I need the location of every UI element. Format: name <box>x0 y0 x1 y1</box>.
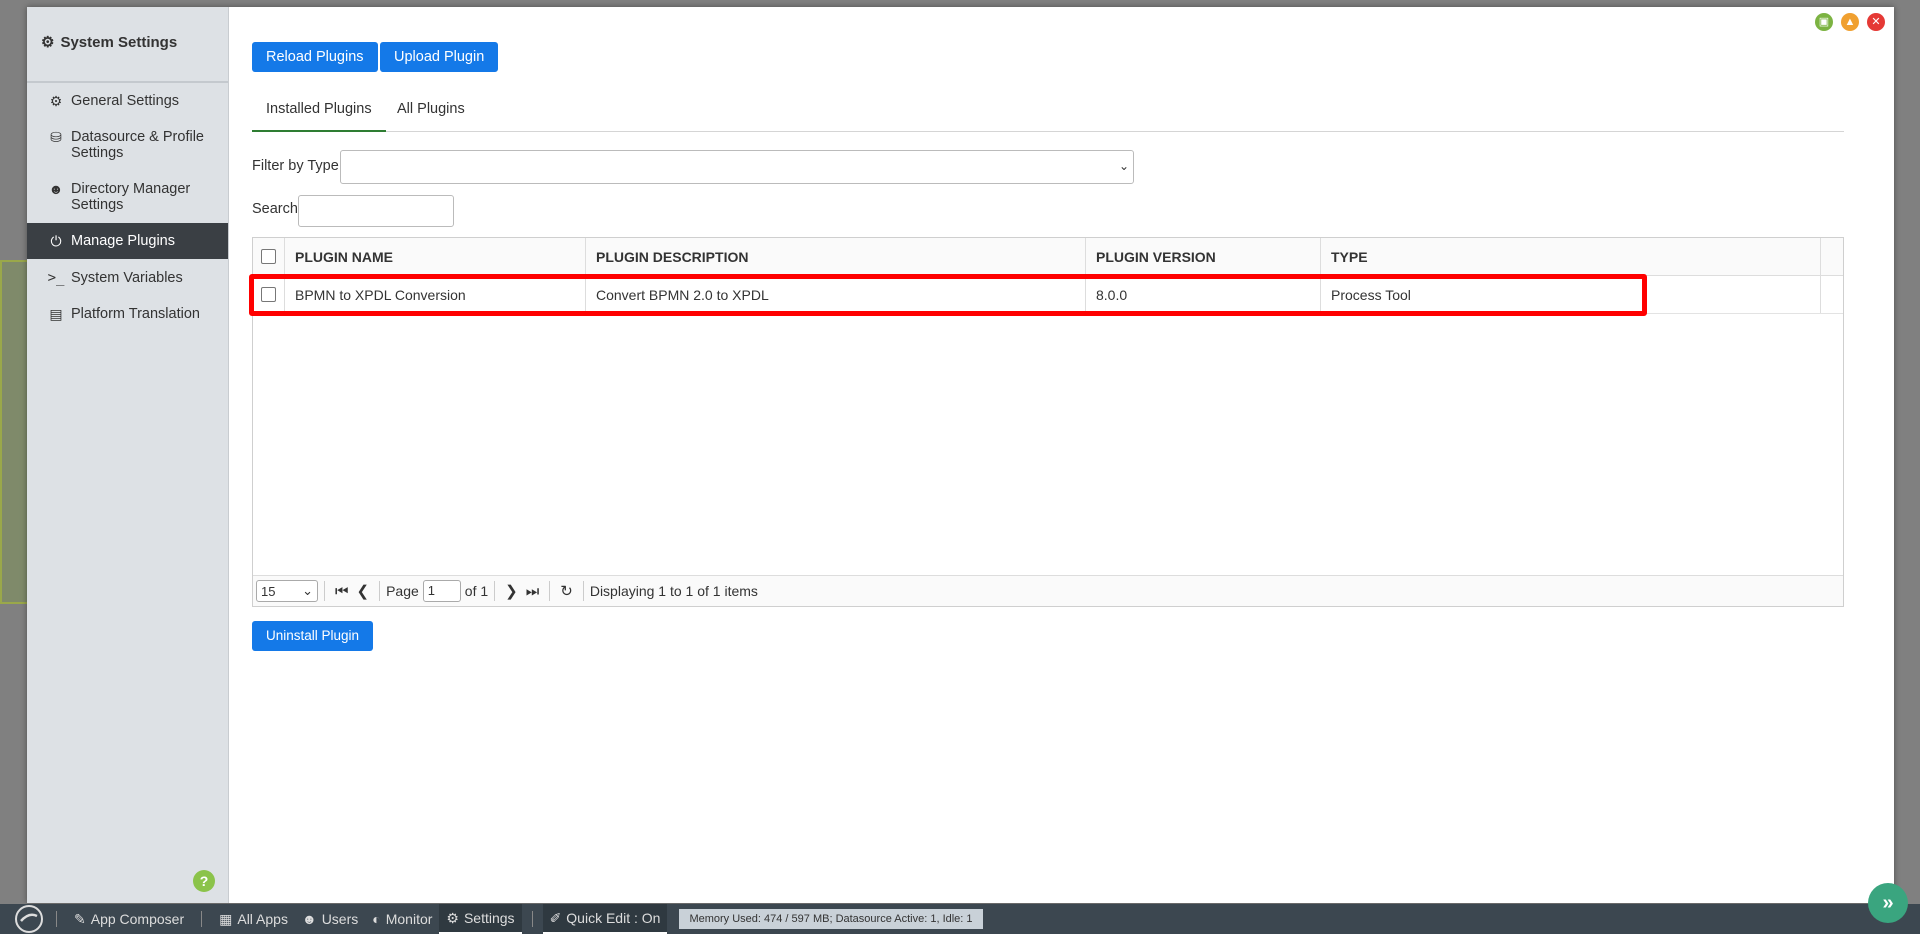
search-label: Search <box>252 201 298 217</box>
divider <box>494 581 496 601</box>
column-header-type[interactable]: TYPE <box>1321 238 1821 275</box>
next-page-icon[interactable]: ❯ <box>501 582 522 600</box>
taskbar-monitor[interactable]: ◐ Monitor <box>365 904 439 934</box>
joget-logo-icon[interactable] <box>12 904 46 934</box>
dashboard-icon: ◐ <box>372 911 381 927</box>
filter-label: Filter by Type <box>252 158 339 174</box>
help-icon[interactable]: ? <box>193 870 215 892</box>
cell-plugin-type: Process Tool <box>1321 276 1821 313</box>
divider <box>324 581 325 601</box>
translate-icon: ▤ <box>49 306 63 322</box>
tab-all-plugins[interactable]: All Plugins <box>383 89 479 130</box>
reload-plugins-button[interactable]: Reload Plugins <box>252 42 378 72</box>
search-input[interactable] <box>298 195 454 227</box>
settings-dialog: ⚙ System Settings ⚙ General Settings ⛁ D… <box>27 7 1894 903</box>
last-page-icon[interactable]: ⏭ <box>522 583 544 600</box>
prev-page-icon[interactable]: ❮ <box>353 582 374 600</box>
divider <box>56 911 57 927</box>
table-header: PLUGIN NAME PLUGIN DESCRIPTION PLUGIN VE… <box>253 238 1843 276</box>
page-number-input[interactable]: 1 <box>422 580 461 602</box>
database-icon: ⛁ <box>50 129 62 145</box>
chevron-down-icon: ⌄ <box>1118 159 1129 173</box>
sidebar-title: ⚙ System Settings <box>41 33 178 52</box>
page-count-label: of 1 <box>464 583 489 599</box>
divider <box>531 911 533 927</box>
row-checkbox[interactable] <box>261 287 276 302</box>
sidebar-item-platform-translation[interactable]: ▤ Platform Translation <box>27 306 228 322</box>
uninstall-plugin-button[interactable]: Uninstall Plugin <box>252 621 374 651</box>
pager-status: Displaying 1 to 1 of 1 items <box>589 583 758 599</box>
divider <box>549 581 551 601</box>
taskbar-settings[interactable]: ⚙ Settings <box>439 904 522 934</box>
column-header-name[interactable]: PLUGIN NAME <box>285 238 586 275</box>
select-all-checkbox[interactable] <box>261 249 276 264</box>
sidebar: ⚙ System Settings ⚙ General Settings ⛁ D… <box>27 7 229 903</box>
cell-plugin-version: 8.0.0 <box>1086 276 1321 313</box>
filter-type-select[interactable]: ⌄ <box>340 150 1134 184</box>
upload-plugin-button[interactable]: Upload Plugin <box>380 42 499 72</box>
select-all-checkbox-cell <box>253 238 285 275</box>
edit-icon: ✎ <box>74 910 86 927</box>
pencil-icon: ✐ <box>549 909 562 926</box>
divider <box>379 581 381 601</box>
row-checkbox-cell <box>253 276 285 313</box>
cell-plugin-name: BPMN to XPDL Conversion <box>285 276 586 313</box>
sidebar-divider <box>27 81 228 83</box>
page-size-select[interactable]: 15 ⌄ <box>256 580 318 602</box>
taskbar-users[interactable]: ☻ Users <box>295 904 365 934</box>
chevron-down-icon: ⌄ <box>302 583 313 598</box>
sidebar-item-datasource-settings[interactable]: ⛁ Datasource & Profile Settings <box>27 129 228 161</box>
plug-icon: ⏻ <box>50 233 62 249</box>
gear-icon: ⚙ <box>49 93 63 109</box>
tab-installed-plugins[interactable]: Installed Plugins <box>252 89 386 132</box>
divider <box>201 911 203 927</box>
taskbar-quick-edit[interactable]: ✐ Quick Edit : On <box>542 904 668 934</box>
taskbar-all-apps[interactable]: ▦ All Apps <box>212 904 295 934</box>
divider <box>582 581 584 601</box>
users-icon: ☻ <box>48 181 64 197</box>
column-header-version[interactable]: PLUGIN VERSION <box>1086 238 1321 275</box>
terminal-icon: >_ <box>47 270 65 286</box>
plugin-tabs: Installed Plugins All Plugins <box>252 89 1844 132</box>
sidebar-item-directory-manager[interactable]: ☻ Directory Manager Settings <box>27 181 228 213</box>
cell-plugin-description: Convert BPMN 2.0 to XPDL <box>586 276 1086 313</box>
plugins-table: PLUGIN NAME PLUGIN DESCRIPTION PLUGIN VE… <box>249 237 1844 607</box>
sidebar-item-manage-plugins[interactable]: ⏻ Manage Plugins <box>27 223 228 259</box>
sidebar-item-general-settings[interactable]: ⚙ General Settings <box>27 93 228 109</box>
column-header-description[interactable]: PLUGIN DESCRIPTION <box>586 238 1086 275</box>
table-row[interactable]: BPMN to XPDL Conversion Convert BPMN 2.0… <box>253 276 1843 314</box>
main-content: Reload Plugins Upload Plugin Installed P… <box>249 7 1894 903</box>
grid-icon: ▦ <box>219 910 233 927</box>
pager: 15 ⌄ ⏮ ❮ Page 1 of 1 ❯ ⏭ ↻ Displaying 1 … <box>253 575 1843 606</box>
page-label: Page <box>386 583 419 599</box>
bottom-taskbar: ✎ App Composer ▦ All Apps ☻ Users ◐ Moni… <box>0 904 1920 934</box>
refresh-icon[interactable]: ↻ <box>556 582 577 600</box>
gears-icon: ⚙ <box>41 34 55 51</box>
taskbar-app-composer[interactable]: ✎ App Composer <box>67 904 191 934</box>
expand-icon[interactable]: » <box>1868 883 1908 923</box>
sidebar-item-system-variables[interactable]: >_ System Variables <box>27 270 228 286</box>
first-page-icon[interactable]: ⏮ <box>331 583 353 600</box>
users-icon: ☻ <box>301 911 317 927</box>
gear-icon: ⚙ <box>446 909 459 926</box>
memory-status: Memory Used: 474 / 597 MB; Datasource Ac… <box>679 909 983 929</box>
